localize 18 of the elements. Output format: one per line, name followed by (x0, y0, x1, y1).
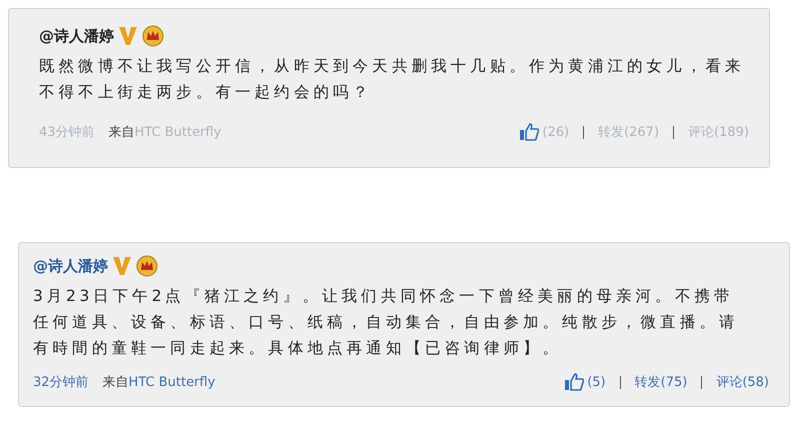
post-text: 既然微博不让我写公开信，从昨天到今天共删我十几贴。作为黄浦江的女儿，看来不得不上街走两步。有一起约会的吗？ (39, 56, 746, 103)
comment-link[interactable]: 评论(58) (716, 373, 769, 391)
thumbs-up-icon[interactable] (564, 373, 584, 391)
post-time: 32分钟前 (33, 374, 89, 391)
thumbs-up-icon[interactable] (519, 123, 540, 141)
source-link[interactable]: HTC Butterfly (128, 374, 216, 390)
post-text: 3月23日下午2点『猪江之约』。让我们共同怀念一下曾经美丽的母亲河。不携带任何道具、设备、标语、口号、纸稿，自动集合，自由参加。纯散步，微直播。请有時間的童鞋一同走起来。具体地点再通知【已咨询律师】。 (33, 286, 740, 359)
like-count[interactable]: (5) (587, 374, 606, 390)
repost-link[interactable]: 转发(75) (634, 373, 688, 391)
author-name[interactable]: @诗人潘婷 (39, 26, 114, 46)
source-label: 来自 (102, 374, 129, 391)
crown-icon (142, 25, 164, 47)
post-time: 43分钟前 (39, 124, 95, 141)
crown-icon (136, 255, 158, 277)
source-label: 来自 (108, 124, 135, 141)
verified-icon (118, 25, 138, 47)
author-name[interactable]: @诗人潘婷 (33, 256, 108, 276)
verified-icon (112, 255, 132, 277)
